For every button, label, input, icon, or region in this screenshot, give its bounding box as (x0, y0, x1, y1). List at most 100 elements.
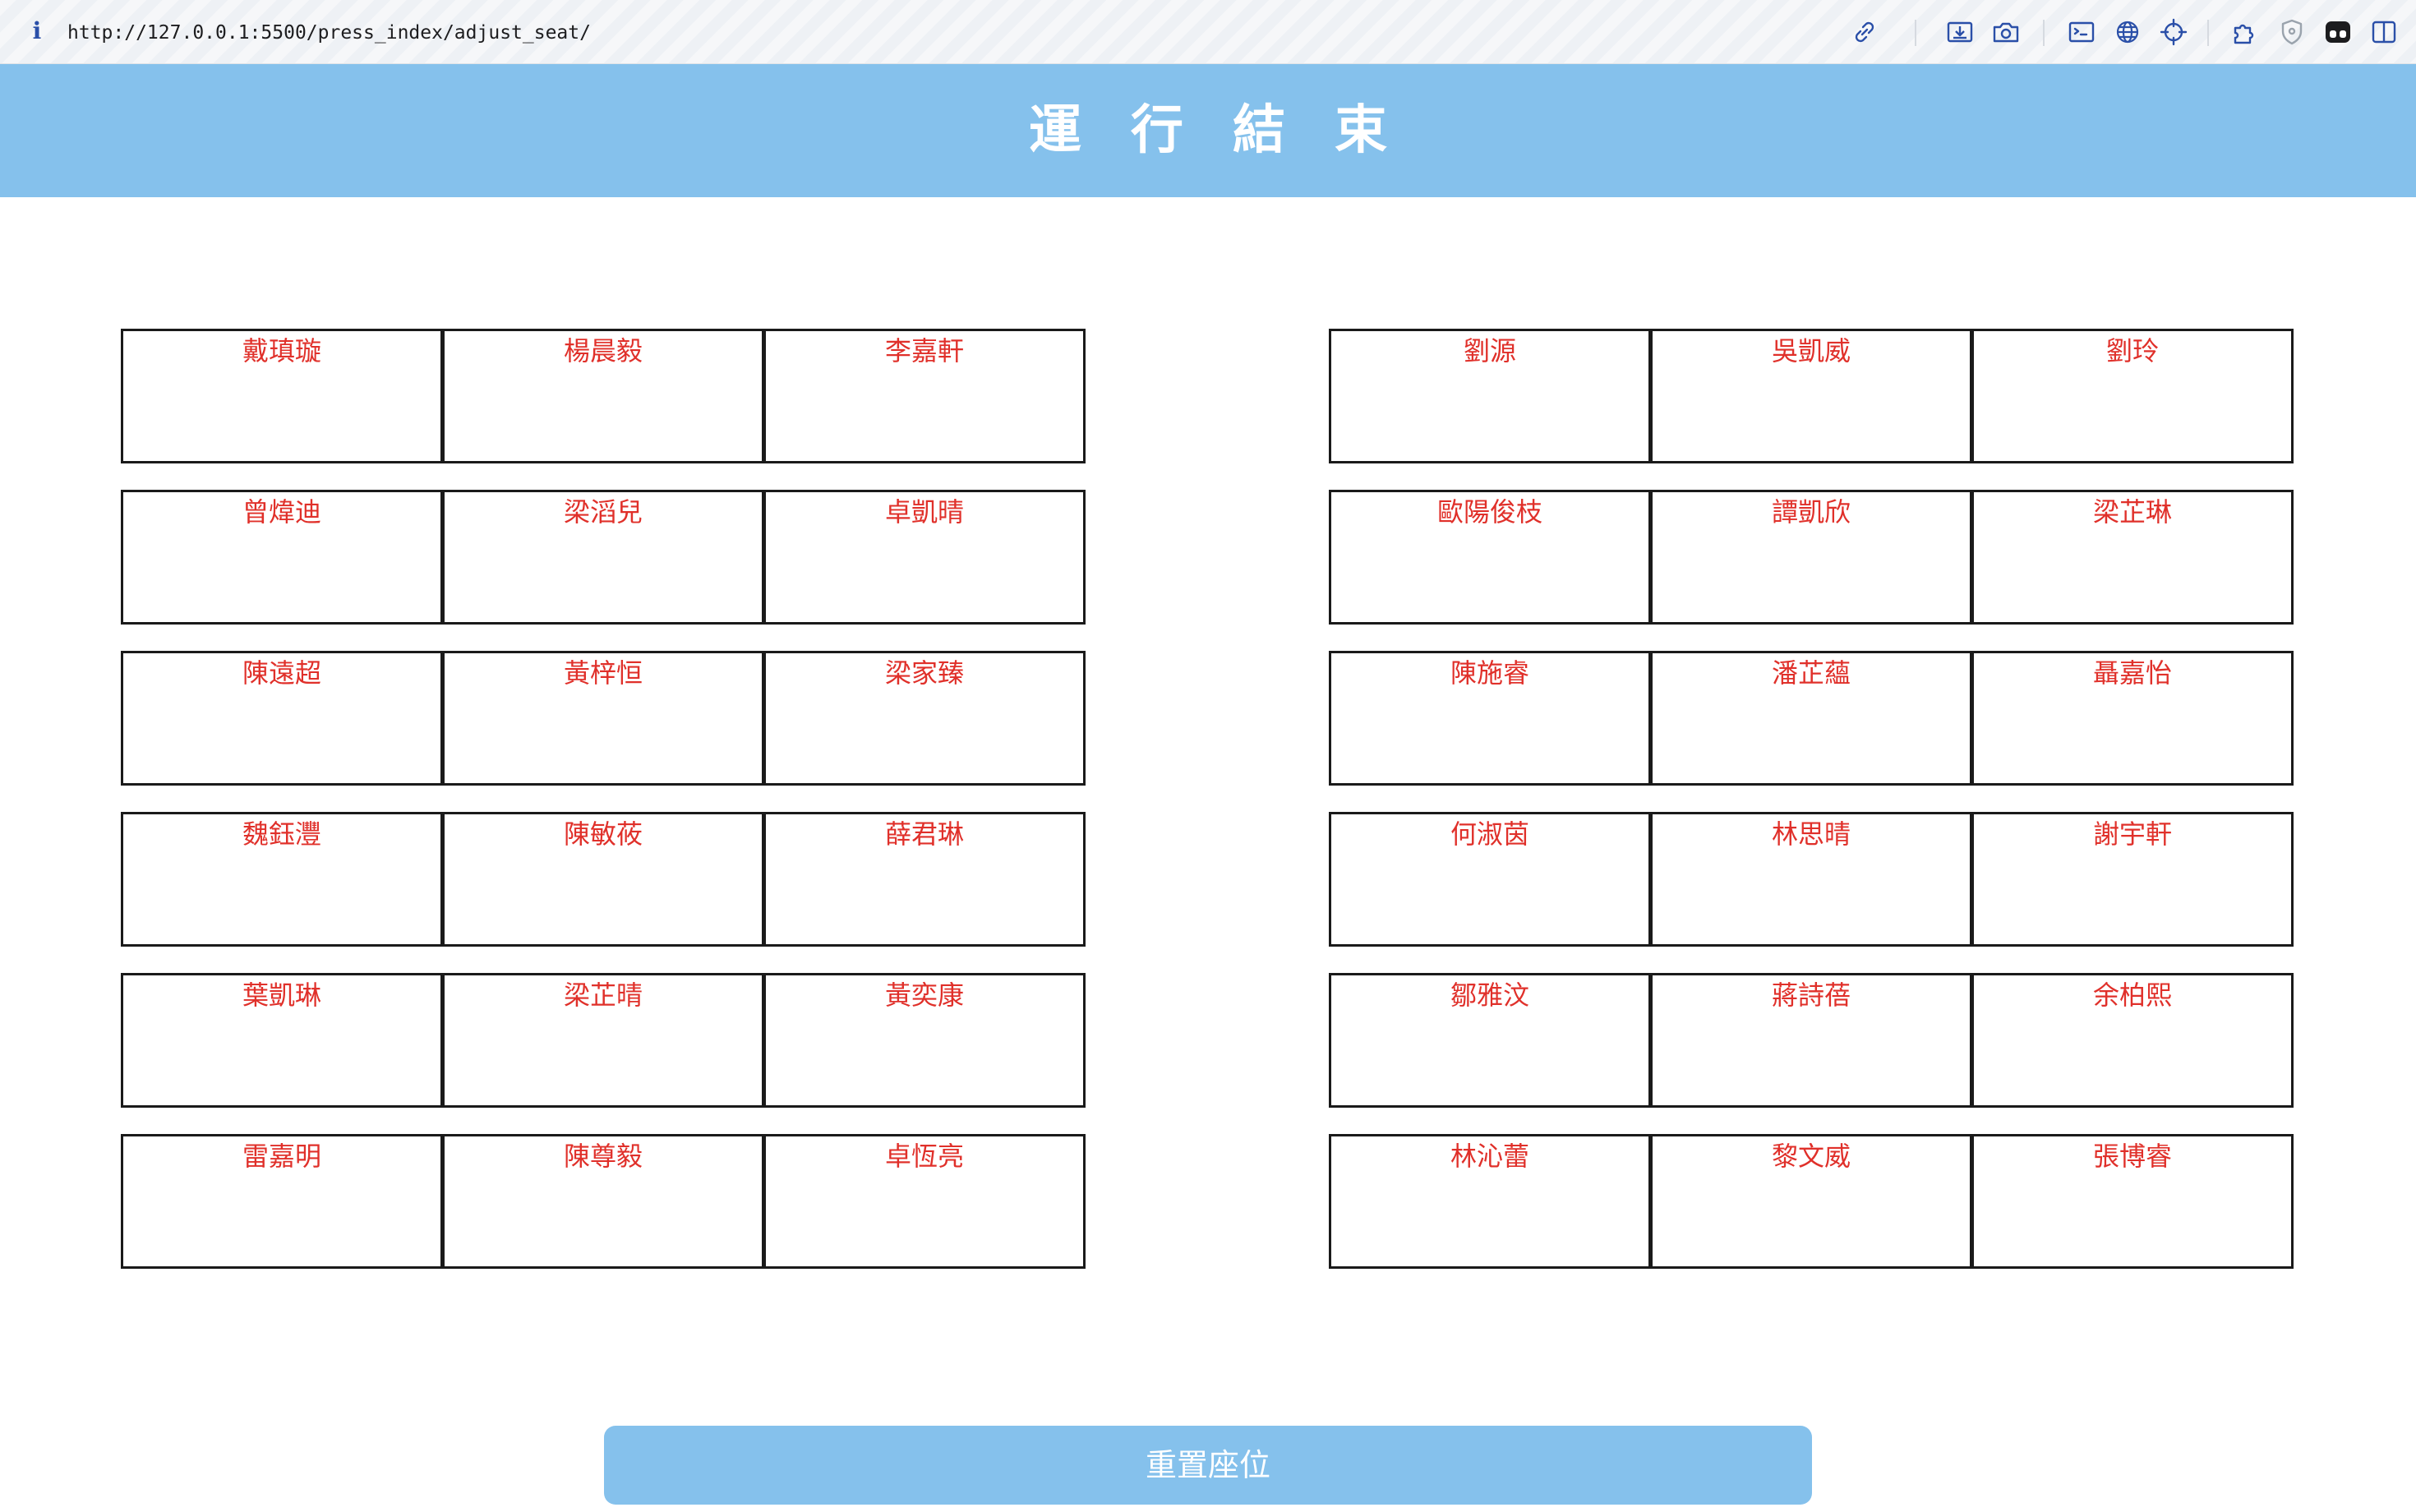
terminal-icon[interactable] (2066, 16, 2097, 48)
toolbar-separator (1915, 20, 1916, 46)
seat[interactable]: 吳凱威 (1650, 329, 1972, 463)
seat-name: 陳施睿 (1450, 657, 1529, 689)
seat-row: 陳遠超 黃梓恒 梁家臻 (121, 651, 1087, 786)
seat-row: 戴瑱璇 楊晨毅 李嘉軒 (121, 329, 1087, 463)
seat[interactable]: 謝宇軒 (1971, 812, 2294, 947)
seat[interactable]: 黃梓恒 (442, 651, 764, 786)
seat-name: 戴瑱璇 (242, 335, 321, 366)
seat[interactable]: 陳敏莜 (442, 812, 764, 947)
seat-name: 劉玲 (2105, 335, 2159, 366)
seat[interactable]: 張博睿 (1971, 1134, 2294, 1269)
page-title: 運行結束 (1029, 100, 1436, 161)
seat-name: 梁家臻 (884, 657, 964, 689)
seat-name: 林思晴 (1771, 818, 1851, 850)
seat-name: 李嘉軒 (884, 335, 964, 366)
extension-icon[interactable] (2322, 16, 2354, 48)
seat[interactable]: 譚凱欣 (1650, 490, 1972, 625)
seat-name: 潘芷蘊 (1771, 657, 1851, 689)
seat-name: 蔣詩蓓 (1771, 980, 1851, 1011)
seat[interactable]: 余柏熙 (1971, 973, 2294, 1108)
seat-row: 鄒雅汶 蔣詩蓓 余柏熙 (1329, 973, 2295, 1108)
seat-name: 雷嘉明 (242, 1141, 321, 1172)
seat-grid-right: 劉源 吳凱威 劉玲 歐陽俊枝 譚凱欣 梁芷琳 陳施睿 潘芷蘊 聶嘉怡 何淑茵 林… (1329, 329, 2295, 1295)
seat-name: 薛君琳 (884, 818, 964, 850)
seat-name: 吳凱威 (1771, 335, 1851, 366)
seat[interactable]: 魏鈺灃 (121, 812, 443, 947)
seat-name: 梁芷晴 (563, 980, 643, 1011)
seat-name: 劉源 (1463, 335, 1516, 366)
shield-icon[interactable] (2276, 16, 2308, 48)
seat[interactable]: 戴瑱璇 (121, 329, 443, 463)
seat[interactable]: 劉玲 (1971, 329, 2294, 463)
seat[interactable]: 鄒雅汶 (1329, 973, 1651, 1108)
seat[interactable]: 曾煒迪 (121, 490, 443, 625)
seat-name: 譚凱欣 (1771, 496, 1851, 528)
seat-name: 何淑茵 (1450, 818, 1529, 850)
seat-name: 魏鈺灃 (242, 818, 321, 850)
seat[interactable]: 黃奕康 (763, 973, 1086, 1108)
download-icon[interactable] (1944, 16, 1976, 48)
seat-grid-left: 戴瑱璇 楊晨毅 李嘉軒 曾煒迪 梁滔兒 卓凱晴 陳遠超 黃梓恒 梁家臻 魏鈺灃 … (121, 329, 1087, 1295)
seat[interactable]: 歐陽俊枝 (1329, 490, 1651, 625)
seat-name: 卓恆亮 (884, 1141, 964, 1172)
seat-name: 陳遠超 (242, 657, 321, 689)
seat-row: 歐陽俊枝 譚凱欣 梁芷琳 (1329, 490, 2295, 625)
seat-name: 梁芷琳 (2092, 496, 2172, 528)
seat[interactable]: 蔣詩蓓 (1650, 973, 1972, 1108)
seat[interactable]: 劉源 (1329, 329, 1651, 463)
seat[interactable]: 林思晴 (1650, 812, 1972, 947)
seat[interactable]: 梁滔兒 (442, 490, 764, 625)
seat-name: 黃梓恒 (563, 657, 643, 689)
toolbar-separator (2207, 20, 2209, 46)
seat[interactable]: 梁芷晴 (442, 973, 764, 1108)
sidebar-icon[interactable] (2368, 16, 2400, 48)
seat[interactable]: 卓凱晴 (763, 490, 1086, 625)
seat[interactable]: 雷嘉明 (121, 1134, 443, 1269)
seat-row: 魏鈺灃 陳敏莜 薛君琳 (121, 812, 1087, 947)
seat-row: 林沁蕾 黎文威 張博睿 (1329, 1134, 2295, 1269)
link-icon[interactable] (1849, 16, 1880, 48)
seat[interactable]: 李嘉軒 (763, 329, 1086, 463)
seat[interactable]: 聶嘉怡 (1971, 651, 2294, 786)
seat-name: 卓凱晴 (884, 496, 964, 528)
seat-row: 陳施睿 潘芷蘊 聶嘉怡 (1329, 651, 2295, 786)
browser-toolbar (1849, 16, 2400, 49)
seat[interactable]: 陳遠超 (121, 651, 443, 786)
seat-name: 張博睿 (2092, 1141, 2172, 1172)
seat-name: 葉凱琳 (242, 980, 321, 1011)
url-text[interactable]: http://127.0.0.1:5500/press_index/adjust… (67, 20, 591, 46)
seat-name: 陳敏莜 (563, 818, 643, 850)
seat[interactable]: 黎文威 (1650, 1134, 1972, 1269)
info-icon[interactable]: i (30, 18, 44, 44)
seat-name: 聶嘉怡 (2092, 657, 2172, 689)
seat[interactable]: 梁家臻 (763, 651, 1086, 786)
seat[interactable]: 梁芷琳 (1971, 490, 2294, 625)
seat[interactable]: 陳尊毅 (442, 1134, 764, 1269)
seat-name: 余柏熙 (2092, 980, 2172, 1011)
seat-name: 陳尊毅 (563, 1141, 643, 1172)
seat-name: 楊晨毅 (563, 335, 643, 366)
seat-name: 林沁蕾 (1450, 1141, 1529, 1172)
seat-name: 歐陽俊枝 (1436, 496, 1542, 528)
camera-icon[interactable] (1990, 16, 2022, 48)
seat[interactable]: 薛君琳 (763, 812, 1086, 947)
seat[interactable]: 葉凱琳 (121, 973, 443, 1108)
seat[interactable]: 潘芷蘊 (1650, 651, 1972, 786)
puzzle-icon[interactable] (2230, 16, 2262, 48)
reset-seats-button[interactable]: 重置座位 (604, 1426, 1812, 1505)
seat[interactable]: 陳施睿 (1329, 651, 1651, 786)
seat-row: 劉源 吳凱威 劉玲 (1329, 329, 2295, 463)
seat[interactable]: 林沁蕾 (1329, 1134, 1651, 1269)
crosshair-icon[interactable] (2158, 16, 2189, 48)
seat[interactable]: 何淑茵 (1329, 812, 1651, 947)
seat-name: 黎文威 (1771, 1141, 1851, 1172)
page-header: 運行結束 (0, 64, 2416, 197)
browser-address-bar: i http://127.0.0.1:5500/press_index/adju… (0, 0, 2416, 64)
seat-name: 謝宇軒 (2092, 818, 2172, 850)
globe-icon[interactable] (2112, 16, 2143, 48)
seat[interactable]: 楊晨毅 (442, 329, 764, 463)
seat-row: 葉凱琳 梁芷晴 黃奕康 (121, 973, 1087, 1108)
seat-name: 鄒雅汶 (1450, 980, 1529, 1011)
seat-row: 何淑茵 林思晴 謝宇軒 (1329, 812, 2295, 947)
seat[interactable]: 卓恆亮 (763, 1134, 1086, 1269)
